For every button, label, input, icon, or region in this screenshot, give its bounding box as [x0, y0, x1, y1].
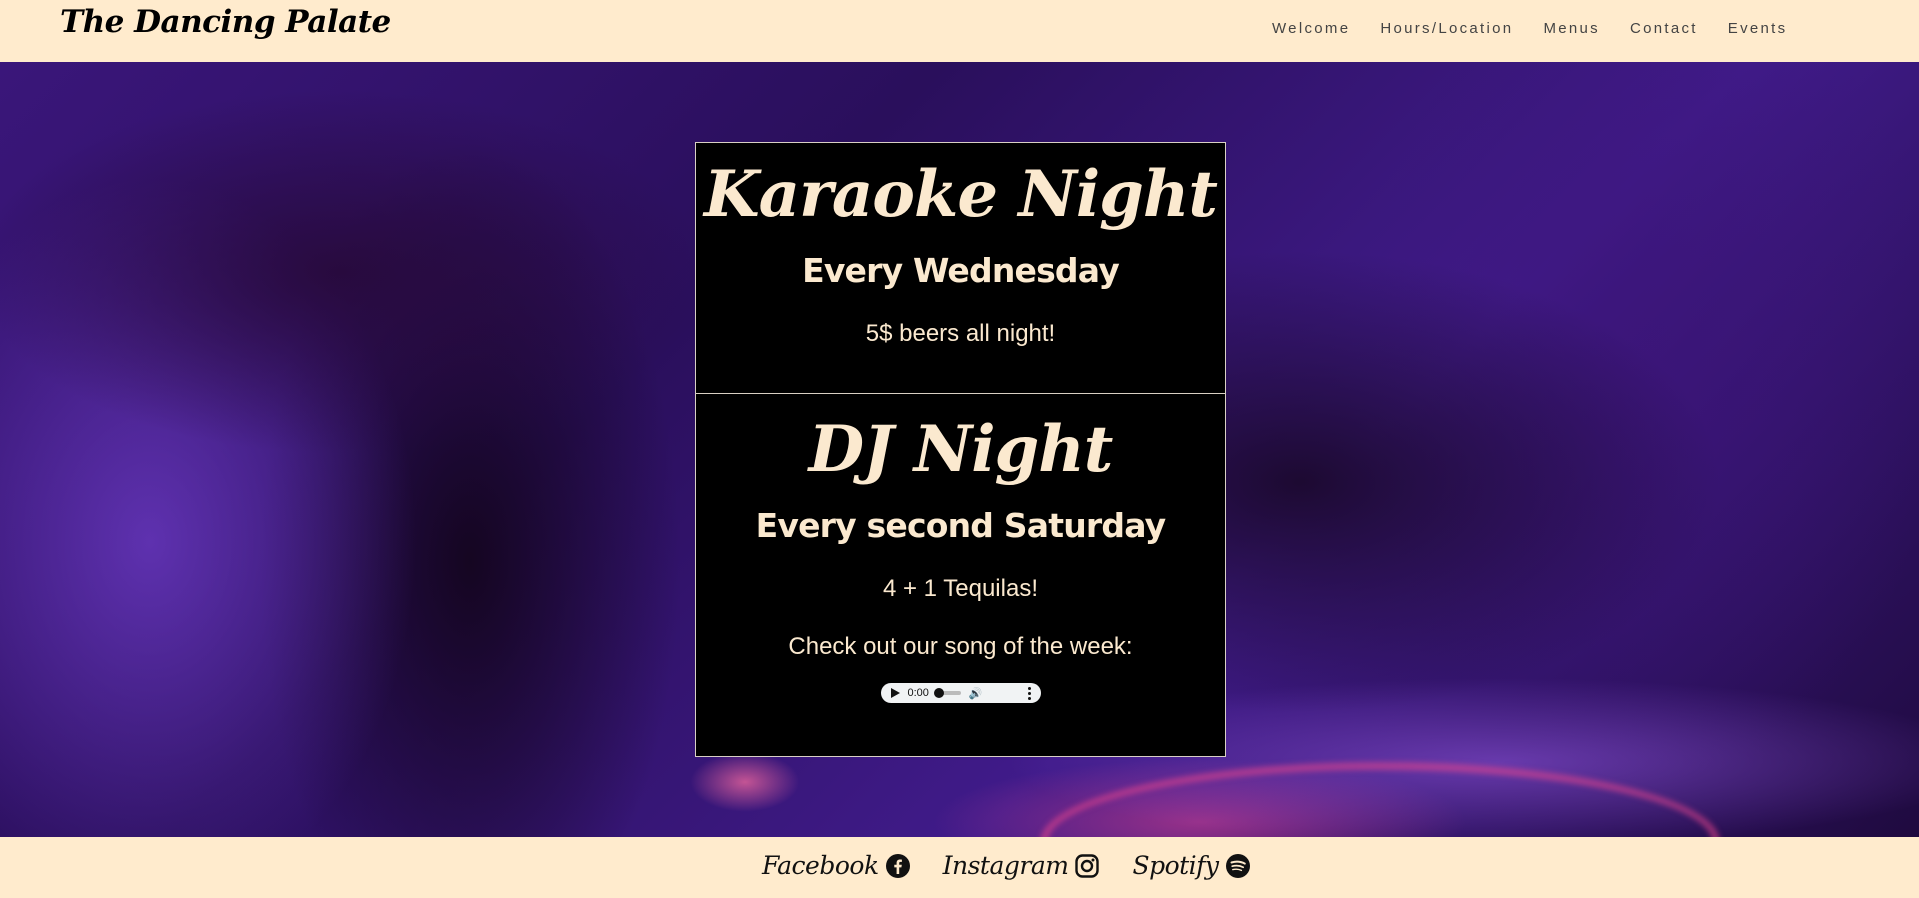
event-card-karaoke: Karaoke Night Every Wednesday 5$ beers a… [695, 142, 1226, 394]
play-icon[interactable] [890, 688, 900, 698]
nav-link-hours-location[interactable]: Hours/Location [1380, 20, 1513, 37]
audio-time: 0:00 [907, 687, 929, 699]
event-schedule: Every Wednesday [802, 251, 1120, 290]
brand-logo[interactable]: The Dancing Palate [60, 4, 391, 40]
volume-icon[interactable]: 🔊 [969, 687, 983, 700]
audio-player[interactable]: 0:00 🔊 [880, 683, 1041, 703]
social-link-facebook[interactable]: Facebook [762, 851, 911, 880]
audio-seek-bar[interactable] [933, 688, 961, 698]
top-navbar: The Dancing Palate Welcome Hours/Locatio… [0, 0, 1919, 62]
social-links: Facebook Instagram Spotify [762, 851, 1251, 880]
social-label: Facebook [762, 851, 879, 880]
instagram-icon [1075, 853, 1100, 878]
main-nav: Welcome Hours/Location Menus Contact Eve… [1250, 20, 1787, 37]
hero-light-glow [690, 752, 800, 812]
nav-link-welcome[interactable]: Welcome [1272, 20, 1350, 37]
event-deal: 4 + 1 Tequilas! [882, 575, 1038, 602]
social-label: Instagram [942, 851, 1069, 880]
event-deal: 5$ beers all night! [865, 320, 1056, 347]
nav-link-contact[interactable]: Contact [1630, 20, 1698, 37]
social-link-instagram[interactable]: Instagram [943, 851, 1101, 880]
social-label: Spotify [1132, 851, 1219, 880]
event-title: Karaoke Night [704, 157, 1218, 232]
event-card-dj: DJ Night Every second Saturday 4 + 1 Teq… [695, 394, 1226, 757]
audio-seek-knob[interactable] [933, 688, 944, 698]
more-options-icon[interactable] [1027, 686, 1031, 700]
footer-bar: Facebook Instagram Spotify [0, 837, 1919, 898]
nav-link-events[interactable]: Events [1728, 20, 1788, 37]
facebook-icon [885, 853, 910, 878]
social-link-spotify[interactable]: Spotify [1132, 851, 1250, 880]
hero-turntable-ring [1040, 762, 1720, 837]
spotify-icon [1225, 853, 1250, 878]
event-schedule: Every second Saturday [755, 506, 1167, 545]
nav-link-menus[interactable]: Menus [1543, 20, 1600, 37]
events-card-stack: Karaoke Night Every Wednesday 5$ beers a… [695, 142, 1226, 757]
event-title: DJ Night [808, 412, 1114, 487]
song-of-week-prompt: Check out our song of the week: [788, 633, 1133, 660]
